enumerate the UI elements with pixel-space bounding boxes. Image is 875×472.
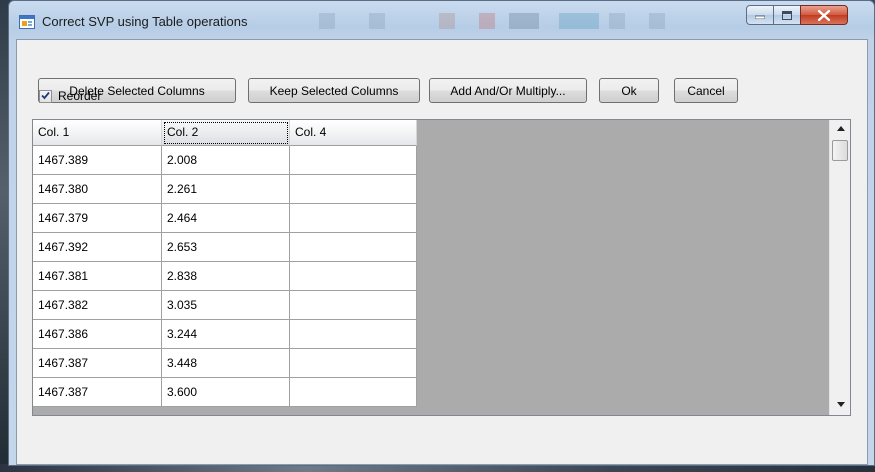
table-cell[interactable]: 2.008 <box>162 146 290 175</box>
scroll-down-arrow-icon[interactable] <box>830 396 850 413</box>
table-cell[interactable]: 3.600 <box>162 378 290 407</box>
table-cell[interactable]: 1467.379 <box>33 204 162 233</box>
table-cell[interactable]: 1467.382 <box>33 291 162 320</box>
table-cell[interactable]: 1467.386 <box>33 320 162 349</box>
minimize-icon <box>755 11 765 19</box>
column-header[interactable]: Col. 4 <box>290 120 417 146</box>
table-cell[interactable] <box>290 233 417 262</box>
close-icon <box>818 9 830 21</box>
checkmark-icon <box>41 87 50 105</box>
ok-button[interactable]: Ok <box>599 78 659 103</box>
table-cell[interactable]: 1467.380 <box>33 175 162 204</box>
table-cell[interactable] <box>290 378 417 407</box>
dialog-client-area: Delete Selected Columns Keep Selected Co… <box>16 39 868 465</box>
table-cell[interactable] <box>290 349 417 378</box>
table-cell[interactable]: 1467.387 <box>33 378 162 407</box>
table-cell[interactable] <box>290 175 417 204</box>
table-cell[interactable] <box>290 204 417 233</box>
minimize-button[interactable] <box>746 5 774 25</box>
table-cell[interactable] <box>290 291 417 320</box>
table-cell[interactable] <box>290 146 417 175</box>
form-window-icon <box>19 15 35 29</box>
table-cell[interactable]: 2.464 <box>162 204 290 233</box>
keep-selected-columns-button[interactable]: Keep Selected Columns <box>248 78 420 103</box>
table-cell[interactable]: 1467.389 <box>33 146 162 175</box>
table-cell[interactable]: 3.035 <box>162 291 290 320</box>
table-cell[interactable] <box>290 262 417 291</box>
table-cell[interactable]: 3.244 <box>162 320 290 349</box>
table-cell[interactable]: 2.261 <box>162 175 290 204</box>
table-cell[interactable]: 1467.392 <box>33 233 162 262</box>
table-cell[interactable] <box>290 320 417 349</box>
close-button[interactable] <box>800 5 848 25</box>
cancel-button[interactable]: Cancel <box>674 78 738 103</box>
table-cell[interactable]: 2.653 <box>162 233 290 262</box>
data-grid[interactable]: Col. 1 Col. 2 Col. 4 1467.389 2.008 1467.380 2… <box>32 119 851 416</box>
reorder-checkbox-row[interactable]: Reorder <box>39 89 101 103</box>
title-bar[interactable]: Correct SVP using Table operations <box>9 1 874 39</box>
table-cell[interactable]: 1467.381 <box>33 262 162 291</box>
table-cell[interactable]: 1467.387 <box>33 349 162 378</box>
column-header[interactable]: Col. 2 <box>162 120 290 146</box>
dialog-window: Correct SVP using Table operations Delet… <box>8 0 875 466</box>
maximize-icon <box>782 10 792 20</box>
column-header[interactable]: Col. 1 <box>33 120 162 146</box>
background-taskbar-ghost <box>319 13 665 29</box>
reorder-checkbox[interactable] <box>39 87 52 105</box>
vertical-scrollbar[interactable] <box>829 120 850 415</box>
add-and-or-multiply-button[interactable]: Add And/Or Multiply... <box>429 78 587 103</box>
scrollbar-thumb[interactable] <box>832 140 848 161</box>
maximize-button[interactable] <box>773 5 801 25</box>
reorder-label: Reorder <box>58 89 102 103</box>
table-cell[interactable]: 3.448 <box>162 349 290 378</box>
window-title: Correct SVP using Table operations <box>42 14 248 29</box>
scroll-up-arrow-icon[interactable] <box>830 120 850 137</box>
table-cell[interactable]: 2.838 <box>162 262 290 291</box>
